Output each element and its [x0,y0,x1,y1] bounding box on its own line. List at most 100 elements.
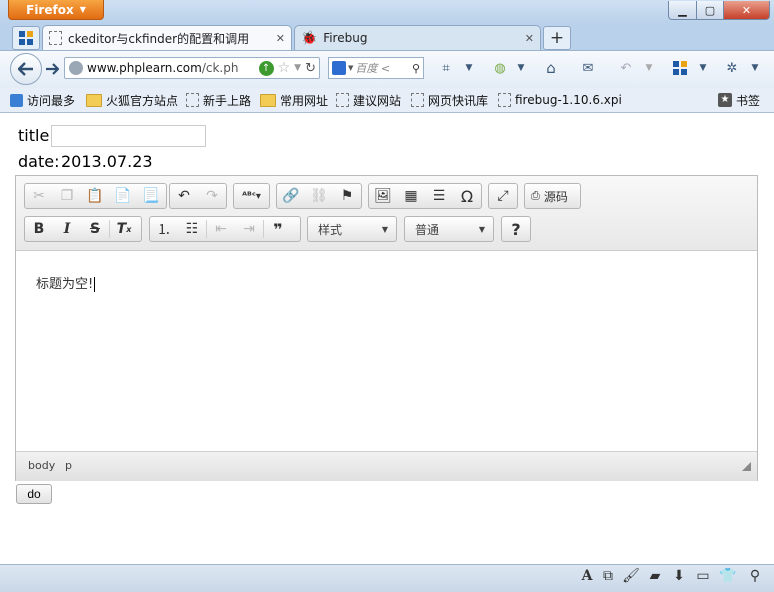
mail-icon[interactable]: ✉ [578,58,598,78]
styles-dropdown[interactable]: 样式 ▼ [307,216,397,242]
search-input[interactable]: 百度 < [355,60,410,76]
link-group: 🔗 ⛓ ⚑ [276,183,362,209]
maximize-button[interactable]: ▢ [696,1,724,20]
bookmark-getting-started[interactable]: 新手上路 [186,91,251,109]
reload-icon[interactable]: ↻ [305,61,319,76]
redo-icon[interactable]: ↷ [198,184,226,208]
bookmark-web-slice-gallery[interactable]: 网页快讯库 [411,91,488,109]
dropdown-icon[interactable]: ▼ [748,58,762,78]
bookmarks-menu-button[interactable]: ★ 书签 [718,91,760,109]
dropdown-icon[interactable]: ▼ [514,58,528,78]
bold-icon[interactable]: B [25,217,53,241]
url-text: www.phplearn.com/ck.ph [87,61,255,75]
brush-icon[interactable]: 🖌 [620,566,642,586]
maximize-editor-icon[interactable]: ⤢ [489,184,517,208]
blank-page-icon [498,93,511,107]
shirt-icon[interactable]: 👕 [717,566,739,586]
magnifier-icon[interactable]: ⚲ [744,566,766,586]
back-button[interactable] [10,53,42,85]
chevron-down-icon: ▼ [381,224,388,234]
cut-icon[interactable]: ✂ [25,184,53,208]
spellcheck-icon[interactable]: ᴬᴮᶜ▾ [234,184,269,208]
help-icon[interactable]: ? [502,217,530,241]
mask-icon[interactable]: ▰ [644,566,666,586]
minimize-button[interactable]: ▁ [668,1,697,20]
dropdown-icon[interactable]: ▼ [294,63,301,73]
editor-bottom-bar [16,451,757,481]
resize-handle[interactable] [742,462,751,471]
link-icon[interactable]: 🔗 [277,184,305,208]
bookmark-label: firebug-1.10.6.xpi [515,93,622,107]
italic-icon[interactable]: I [53,217,81,241]
baidu-icon[interactable] [332,61,346,75]
bookmark-common-sites[interactable]: 常用网址 [260,91,328,109]
tab-firebug[interactable]: 🐞 Firebug ✕ [294,25,541,50]
bookmark-label: 火狐官方站点 [106,93,179,108]
addon-icon[interactable]: ◍ [490,58,510,78]
font-icon[interactable]: A [576,566,598,586]
close-window-button[interactable]: ✕ [723,1,770,20]
star-icon[interactable]: ☆ [278,60,291,76]
image-icon[interactable]: 🖼 [369,184,397,208]
firefox-menu-button[interactable]: Firefox ▼ [8,0,104,20]
download-arrow-icon[interactable]: ⬇ [668,566,690,586]
window-icon[interactable]: ▭ [692,566,714,586]
undo-close-icon[interactable]: ↶ [616,58,636,78]
source-group: ⎙ 源码 [524,183,581,209]
horizontal-rule-icon[interactable]: ☰ [425,184,453,208]
dropdown-icon[interactable]: ▼ [642,58,656,78]
external-link-icon[interactable]: ⧉ [597,566,619,586]
paste-icon[interactable]: 📋 [81,184,109,208]
bookmark-firebug-xpi[interactable]: firebug-1.10.6.xpi [498,91,622,109]
globe-icon [69,61,83,75]
dropdown-icon[interactable]: ▼ [462,58,476,78]
tab-ckeditor[interactable]: ckeditor与ckfinder的配置和调用 ✕ [42,25,292,50]
new-tab-button[interactable]: + [543,26,571,50]
tab-groups-button[interactable] [12,26,40,50]
numbered-list-icon[interactable]: ⒈ [150,217,178,241]
outdent-icon[interactable]: ⇤ [207,217,235,241]
title-input[interactable] [51,125,206,147]
date-label: date: [18,152,60,171]
blockquote-icon[interactable]: ❞ [264,217,292,241]
bookmark-firefox-official[interactable]: 火狐官方站点 [86,91,178,109]
element-path-body[interactable]: body [28,459,55,472]
home-icon[interactable]: ⌂ [541,58,561,78]
apps-grid-icon[interactable] [670,58,690,78]
format-dropdown[interactable]: 普通 ▼ [404,216,494,242]
tab-close-icon[interactable]: ✕ [276,32,285,45]
search-icon[interactable]: ⚲ [412,62,420,75]
search-engine-dropdown-icon[interactable]: ▼ [348,64,353,72]
screenshot-icon[interactable]: ⌗ [436,58,456,78]
special-char-icon[interactable]: Ω [453,184,481,208]
undo-icon[interactable]: ↶ [170,184,198,208]
window-titlebar [0,0,774,24]
unlink-icon[interactable]: ⛓ [305,184,333,208]
search-bar[interactable]: ▼ 百度 < ⚲ [328,57,424,79]
folder-icon [260,93,276,107]
anchor-flag-icon[interactable]: ⚑ [333,184,361,208]
source-button[interactable]: ⎙ 源码 [525,188,574,205]
paste-word-icon[interactable]: 📃 [137,184,165,208]
strike-icon[interactable]: S [81,217,109,241]
go-icon[interactable]: ↑ [258,60,274,76]
firebug-toolbar-icon[interactable]: ✲ [722,58,742,78]
element-path-p[interactable]: p [65,459,72,472]
url-bar[interactable]: www.phplearn.com/ck.ph ↑ ☆ ▼ ↻ [64,57,320,79]
forward-button[interactable] [42,59,62,79]
remove-format-icon[interactable]: Tx [110,217,138,241]
title-label: title: [18,126,55,145]
bookmark-most-visited[interactable]: 访问最多 [10,91,75,109]
bulleted-list-icon[interactable]: ☷ [178,217,206,241]
table-icon[interactable]: ▦ [397,184,425,208]
tab-close-icon[interactable]: ✕ [525,32,534,45]
bookmark-suggested-sites[interactable]: 建议网站 [336,91,401,109]
editor-content[interactable]: 标题为空! [36,273,96,292]
copy-icon[interactable]: ❐ [53,184,81,208]
chevron-down-icon: ▼ [478,224,485,234]
do-button[interactable]: do [16,484,52,504]
blank-page-icon [186,93,199,107]
dropdown-icon[interactable]: ▼ [696,58,710,78]
paste-text-icon[interactable]: 📄 [109,184,137,208]
indent-icon[interactable]: ⇥ [235,217,263,241]
